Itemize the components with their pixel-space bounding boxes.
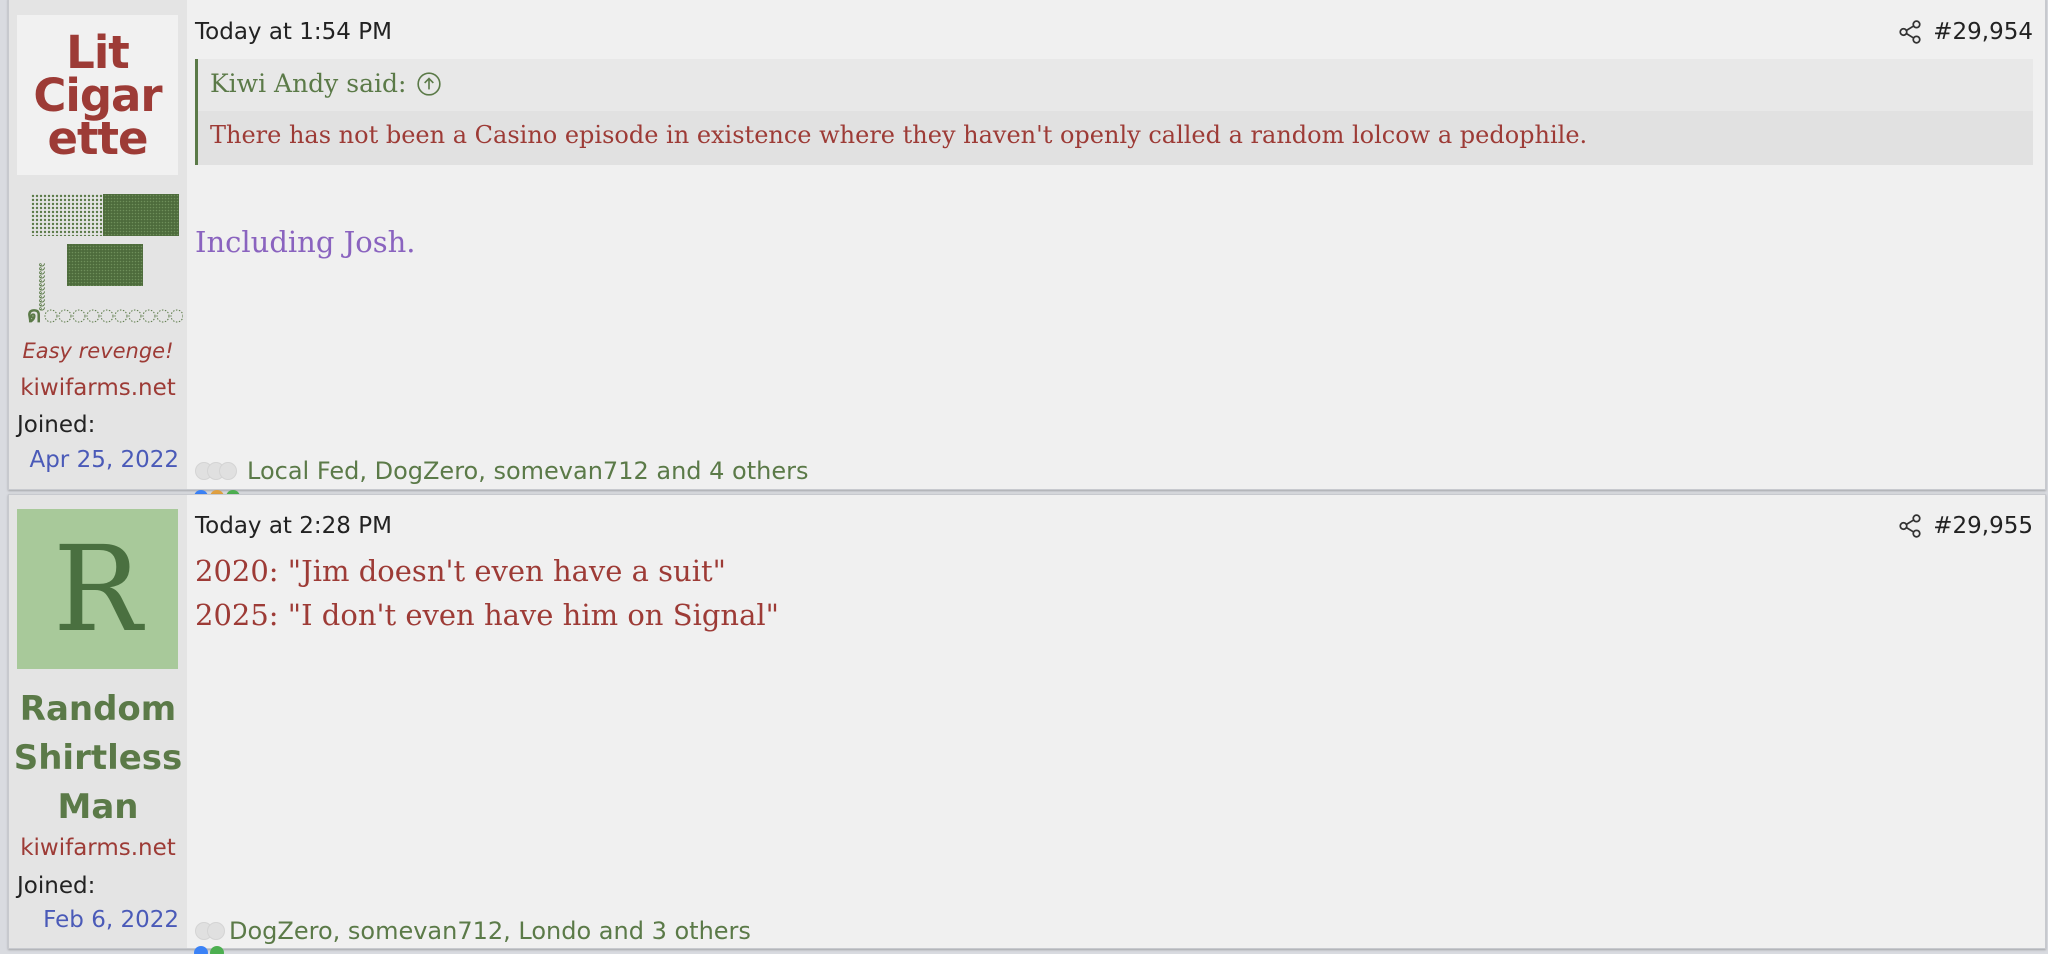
message-line: 2025: "I don't even have him on Signal" xyxy=(195,598,779,632)
message-text: Including Josh. xyxy=(195,225,416,259)
user-title: Easy revenge! xyxy=(22,339,174,363)
post-29954: LitCigarette ด ัััััััััััั xyxy=(8,0,2046,490)
post-meta: #29,955 xyxy=(1897,513,2033,539)
quote-attribution[interactable]: Kiwi Andy said: xyxy=(210,69,442,98)
quote-block: Kiwi Andy said: There has not been a Cas… xyxy=(195,59,2033,165)
reactions-bar[interactable]: Local Fed, DogZero, somevan712 and 4 oth… xyxy=(195,457,808,485)
quote-text: There has not been a Casino episode in e… xyxy=(198,111,2033,165)
message-line: 2020: "Jim doesn't even have a suit" xyxy=(195,554,727,588)
svg-text:ด: ด xyxy=(27,303,41,326)
share-icon[interactable] xyxy=(1897,513,1923,539)
site-link[interactable]: kiwifarms.net xyxy=(9,375,187,401)
reaction-icons xyxy=(194,946,224,954)
avatar[interactable]: R xyxy=(17,509,178,669)
user-sidebar: R Random Shirtless Man kiwifarms.net Joi… xyxy=(9,495,187,948)
post-meta: #29,954 xyxy=(1897,19,2033,45)
like-reaction-icon xyxy=(194,946,208,954)
joined-date: Apr 25, 2022 xyxy=(29,447,179,473)
username[interactable]: Random Shirtless Man xyxy=(9,685,187,832)
site-link[interactable]: kiwifarms.net xyxy=(9,835,187,861)
avatar-letter: R xyxy=(53,520,142,658)
post-number[interactable]: #29,954 xyxy=(1933,19,2033,45)
check-reaction-icon xyxy=(210,946,224,954)
post-date[interactable]: Today at 1:54 PM xyxy=(195,19,392,45)
share-icon[interactable] xyxy=(1897,19,1923,45)
quote-author[interactable]: Kiwi Andy said: xyxy=(210,69,406,98)
joined-date: Feb 6, 2022 xyxy=(43,907,179,933)
reactions-bar[interactable]: DogZero, somevan712, Londo and 3 others xyxy=(195,917,751,945)
reactions-text[interactable]: Local Fed, DogZero, somevan712 and 4 oth… xyxy=(247,457,808,485)
reaction-bubbles xyxy=(195,462,237,480)
joined-label: Joined: xyxy=(17,412,96,438)
post-number[interactable]: #29,955 xyxy=(1933,513,2033,539)
user-sidebar: LitCigarette ด ัััััััััััั xyxy=(9,0,187,489)
reaction-bubbles xyxy=(195,922,225,940)
joined-label: Joined: xyxy=(17,873,96,899)
reactions-text[interactable]: DogZero, somevan712, Londo and 3 others xyxy=(229,917,751,945)
avatar[interactable]: Lit Cigar ette xyxy=(17,15,178,175)
arrow-up-circle-icon[interactable] xyxy=(416,71,442,97)
post-29955: R Random Shirtless Man kiwifarms.net Joi… xyxy=(8,494,2046,949)
user-banner-image: ด ัััััััััััั xyxy=(27,194,183,326)
post-date[interactable]: Today at 2:28 PM xyxy=(195,513,392,539)
avatar-text: Lit Cigar ette xyxy=(33,25,162,165)
